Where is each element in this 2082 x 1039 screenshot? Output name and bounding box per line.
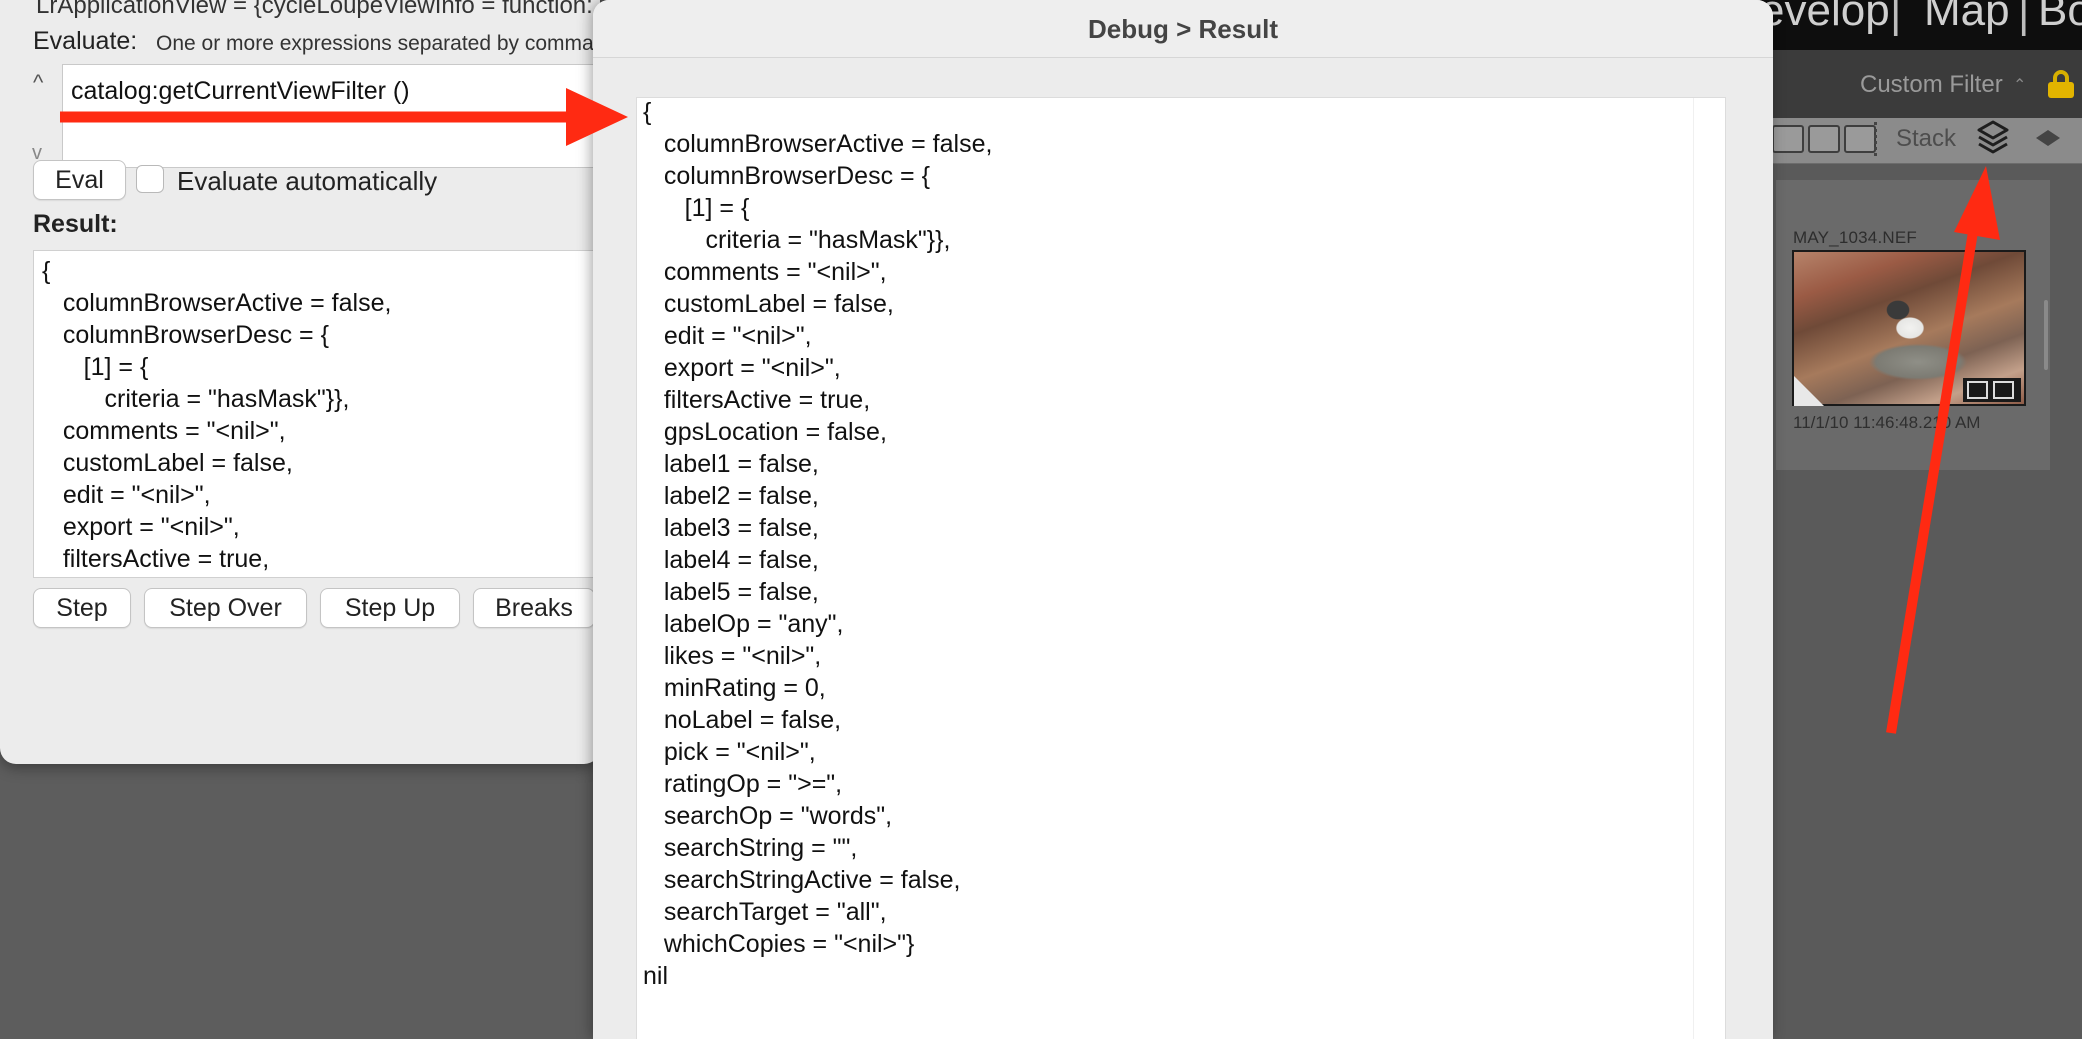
dialog-code-line: customLabel = false, — [643, 290, 894, 318]
dialog-code-line: label2 = false, — [643, 482, 819, 510]
dialog-code-line: labelOp = "any", — [643, 610, 844, 638]
evaluate-automatically-checkbox[interactable] — [136, 165, 164, 193]
step-over-button[interactable]: Step Over — [144, 588, 307, 628]
dialog-code-line: searchStringActive = false, — [643, 866, 961, 894]
collection-badge-icon[interactable] — [1967, 381, 1988, 399]
dialog-code-line: edit = "<nil>", — [643, 322, 812, 350]
dialog-code-line: filtersActive = true, — [643, 386, 871, 414]
grid-scrollbar[interactable] — [2044, 300, 2048, 370]
lock-icon[interactable] — [2048, 70, 2074, 98]
dialog-code-line: export = "<nil>", — [643, 354, 841, 382]
result-text-area[interactable]: { columnBrowserActive = false, columnBro… — [636, 97, 1726, 1039]
result-label: Result: — [33, 210, 118, 238]
loupe-view-icon[interactable] — [1808, 125, 1840, 153]
evaluate-hint: One or more expressions separated by com… — [156, 32, 600, 55]
dialog-code-line: columnBrowserActive = false, — [643, 130, 993, 158]
evaluate-automatically-label: Evaluate automatically — [177, 166, 438, 196]
result-output[interactable]: { columnBrowserActive = false, columnBro… — [33, 250, 600, 578]
dialog-code-line: label5 = false, — [643, 578, 819, 606]
result-code-line: [1] = { — [42, 353, 149, 381]
photo-filename: MAY_1034.NEF — [1793, 228, 1917, 247]
step-up-button[interactable]: Step Up — [320, 588, 460, 628]
stack-layers-icon[interactable] — [1976, 118, 2010, 158]
dialog-code-line: criteria = "hasMask"}}, — [643, 226, 951, 254]
toolbar-divider — [1874, 122, 1878, 156]
develop-edit-badge-icon[interactable] — [1993, 381, 2014, 399]
step-button[interactable]: Step — [33, 588, 131, 628]
module-separator: | — [2018, 0, 2030, 37]
photo-capture-time: 11/1/10 11:46:48.210 AM — [1793, 413, 1981, 432]
dialog-code-line: noLabel = false, — [643, 706, 842, 734]
dialog-code-line: comments = "<nil>", — [643, 258, 887, 286]
debug-window: LrApplicationView = {cycleLoupeViewInfo … — [0, 0, 600, 764]
grid-view-icon[interactable] — [1772, 125, 1804, 153]
compare-view-icon[interactable] — [1844, 125, 1876, 153]
dialog-code-line: label4 = false, — [643, 546, 819, 574]
dialog-code-line: searchOp = "words", — [643, 802, 893, 830]
dialog-code-line: ratingOp = ">=", — [643, 770, 843, 798]
dialog-title: Debug > Result — [593, 0, 1773, 58]
result-code-line: columnBrowserActive = false, — [42, 289, 392, 317]
result-code-line: export = "<nil>", — [42, 513, 240, 541]
virtual-copy-corner-icon — [1794, 376, 1824, 406]
result-code-line: filtersActive = true, — [42, 545, 270, 573]
module-separator: | — [1890, 0, 1902, 37]
history-up-icon[interactable]: ^ — [33, 70, 43, 96]
module-picker: evelop | Map | Bo — [1760, 0, 2082, 50]
dialog-code-line: whichCopies = "<nil>"} — [643, 930, 915, 958]
previous-result-line: LrApplicationView = {cycleLoupeViewInfo … — [36, 0, 600, 19]
chevron-down-icon: ⌃ — [2013, 77, 2027, 94]
breaks-button[interactable]: Breaks — [473, 588, 595, 628]
dialog-code-line: { — [643, 98, 652, 126]
dialog-code-line: likes = "<nil>", — [643, 642, 822, 670]
dialog-code-line: gpsLocation = false, — [643, 418, 887, 446]
result-code-line: criteria = "hasMask"}}, — [42, 385, 350, 413]
expression-text: catalog:getCurrentViewFilter () — [71, 77, 410, 105]
dialog-code-line: searchString = "", — [643, 834, 858, 862]
sort-direction-icon[interactable] — [2034, 126, 2062, 150]
stack-label: Stack — [1896, 125, 1957, 152]
evaluate-label: Evaluate: — [33, 27, 138, 55]
text-area-scroll-gutter — [1693, 98, 1725, 1039]
result-code-line: edit = "<nil>", — [42, 481, 211, 509]
module-map[interactable]: Map — [1924, 0, 2010, 36]
dialog-code-line: minRating = 0, — [643, 674, 826, 702]
dialog-code-line: columnBrowserDesc = { — [643, 162, 930, 190]
module-book[interactable]: Bo — [2038, 0, 2082, 36]
module-develop[interactable]: evelop — [1760, 0, 1890, 36]
eval-button[interactable]: Eval — [33, 160, 126, 200]
expression-input[interactable]: catalog:getCurrentViewFilter () — [62, 64, 600, 168]
dialog-code-line: label3 = false, — [643, 514, 819, 542]
view-mode-buttons — [1772, 125, 1876, 153]
dialog-code-line: [1] = { — [643, 194, 750, 222]
result-code-line: comments = "<nil>", — [42, 417, 286, 445]
dialog-code-line: searchTarget = "all", — [643, 898, 887, 926]
dialog-code-line: pick = "<nil>", — [643, 738, 816, 766]
dialog-code-line: label1 = false, — [643, 450, 819, 478]
result-code-line: customLabel = false, — [42, 449, 293, 477]
dialog-code-line: nil — [643, 962, 669, 990]
result-code-line: { — [42, 257, 51, 285]
result-code-line: columnBrowserDesc = { — [42, 321, 329, 349]
thumbnail-badges — [1963, 378, 2021, 402]
filter-preset-select[interactable]: Custom Filter — [1860, 71, 2003, 99]
result-dialog: Debug > Result { columnBrowserActive = f… — [593, 0, 1773, 1039]
